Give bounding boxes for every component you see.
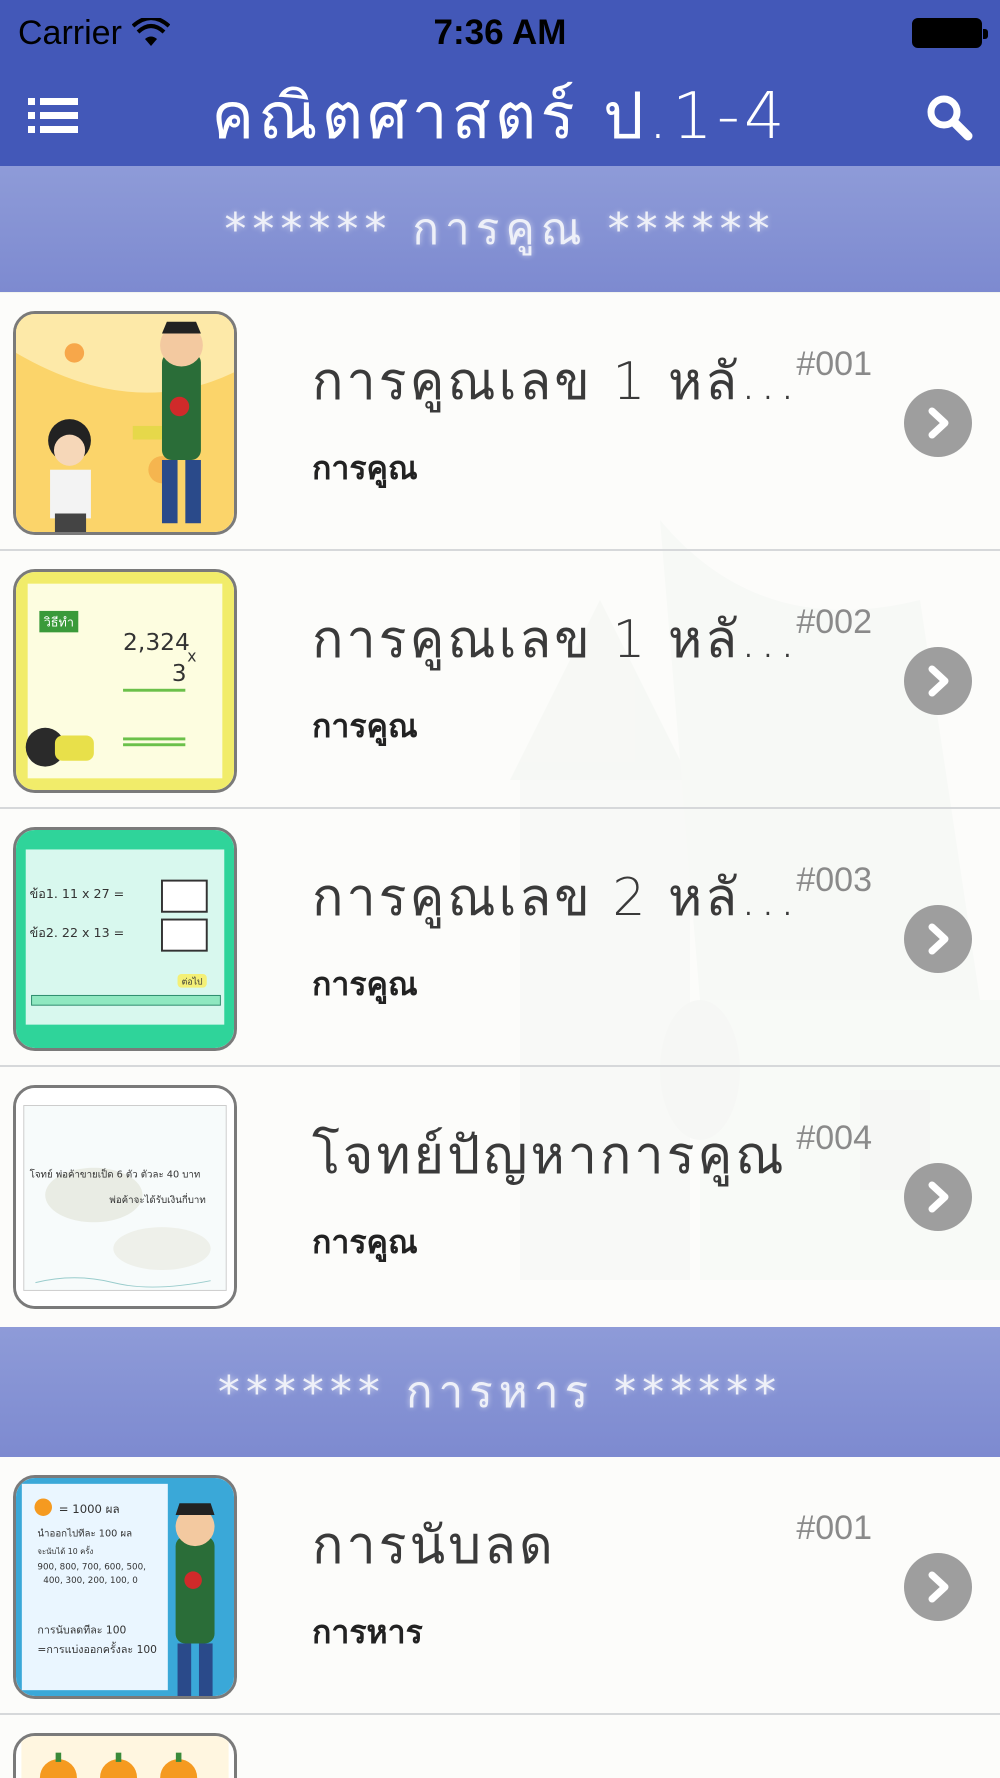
thumb-line-1: = 1000 ผล [59, 1502, 120, 1516]
thumb-number-2: 3 [172, 659, 187, 687]
lesson-thumbnail: วิธีทำ 2,324 x 3 [13, 569, 237, 793]
lesson-category: การคูณ [312, 1223, 418, 1261]
carrier-label: Carrier [18, 13, 122, 52]
thumb-label: วิธีทำ [44, 615, 74, 630]
list-item[interactable]: โจทย์ พ่อค้าขายเป็ด 6 ตัว ตัวละ 40 บาท พ… [0, 1067, 1000, 1327]
lesson-code: #003 [796, 861, 872, 899]
list-item[interactable]: ข้อ1. 11 x 27 = ข้อ2. 22 x 13 = ต่อไป กา… [0, 809, 1000, 1067]
thumb-problem-line-2: พ่อค้าจะได้รับเงินกี่บาท [109, 1193, 205, 1206]
lesson-title: การคูณเลข 1 หลั... [312, 610, 799, 670]
section-header-division: ****** การหาร ****** [0, 1327, 1000, 1457]
thumb-line-5: 400, 300, 200, 100, 0 [43, 1576, 138, 1586]
list-item[interactable] [0, 1715, 1000, 1778]
lesson-category: การหาร [312, 1613, 423, 1651]
thumb-problem-line-1: โจทย์ พ่อค้าขายเป็ด 6 ตัว ตัวละ 40 บาท [30, 1168, 201, 1181]
status-left: Carrier [18, 14, 170, 53]
thumb-line-2: นำออกไปทีละ 100 ผล [37, 1527, 132, 1539]
battery-icon [912, 18, 988, 48]
lesson-thumbnail: ข้อ1. 11 x 27 = ข้อ2. 22 x 13 = ต่อไป [13, 827, 237, 1051]
lesson-title: การนับลด [312, 1516, 556, 1576]
thumb-operator: x [187, 648, 196, 666]
thumb-question-1: ข้อ1. 11 x 27 = [30, 886, 125, 901]
lesson-thumbnail: = 1000 ผล นำออกไปทีละ 100 ผล จะนับได้ 10… [13, 1475, 237, 1699]
list-item[interactable]: วิธีทำ 2,324 x 3 การคูณเลข 1 หลั... #002… [0, 551, 1000, 809]
lesson-thumbnail: โจทย์ พ่อค้าขายเป็ด 6 ตัว ตัวละ 40 บาท พ… [13, 1085, 237, 1309]
thumb-line-3: จะนับได้ 10 ครั้ง [37, 1545, 93, 1556]
thumb-question-2: ข้อ2. 22 x 13 = [30, 925, 125, 940]
lesson-code: #002 [796, 603, 872, 641]
list-item[interactable]: = 1000 ผล นำออกไปทีละ 100 ผล จะนับได้ 10… [0, 1457, 1000, 1715]
thumb-line-6: การนับลดทีละ 100 [37, 1624, 126, 1637]
status-bar: Carrier 7:36 AM [0, 0, 1000, 66]
thumb-line-4: 900, 800, 700, 600, 500, [37, 1562, 146, 1572]
chevron-right-icon[interactable] [904, 647, 972, 715]
menu-icon[interactable] [28, 96, 78, 136]
lesson-code: #001 [796, 345, 872, 383]
lesson-thumbnail [13, 1733, 237, 1778]
chevron-right-icon[interactable] [904, 1163, 972, 1231]
lesson-category: การคูณ [312, 965, 418, 1003]
search-icon[interactable] [924, 92, 974, 142]
lesson-thumbnail [13, 311, 237, 535]
chevron-right-icon[interactable] [904, 389, 972, 457]
navigation-bar: คณิตศาสตร์ ป.1-4 [0, 66, 1000, 166]
chevron-right-icon[interactable] [904, 905, 972, 973]
lesson-category: การคูณ [312, 449, 418, 487]
section-header-multiplication: ****** การคูณ ****** [0, 166, 1000, 292]
wifi-icon [131, 18, 170, 46]
chevron-right-icon[interactable] [904, 1553, 972, 1621]
thumb-number-1: 2,324 [123, 628, 190, 656]
lesson-code: #004 [796, 1119, 872, 1157]
lesson-code: #001 [796, 1509, 872, 1547]
lesson-title: โจทย์ปัญหาการคูณ [312, 1126, 787, 1186]
lesson-title: การคูณเลข 2 หลั... [312, 868, 799, 928]
page-title: คณิตศาสตร์ ป.1-4 [211, 80, 789, 154]
lesson-category: การคูณ [312, 707, 418, 745]
lesson-title: การคูณเลข 1 หลั... [312, 352, 799, 412]
thumb-next-button: ต่อไป [182, 977, 203, 988]
list-item[interactable]: การคูณเลข 1 หลั... #001 การคูณ [0, 293, 1000, 551]
thumb-line-7: =การแบ่งออกครั้งละ 100 [37, 1641, 157, 1656]
